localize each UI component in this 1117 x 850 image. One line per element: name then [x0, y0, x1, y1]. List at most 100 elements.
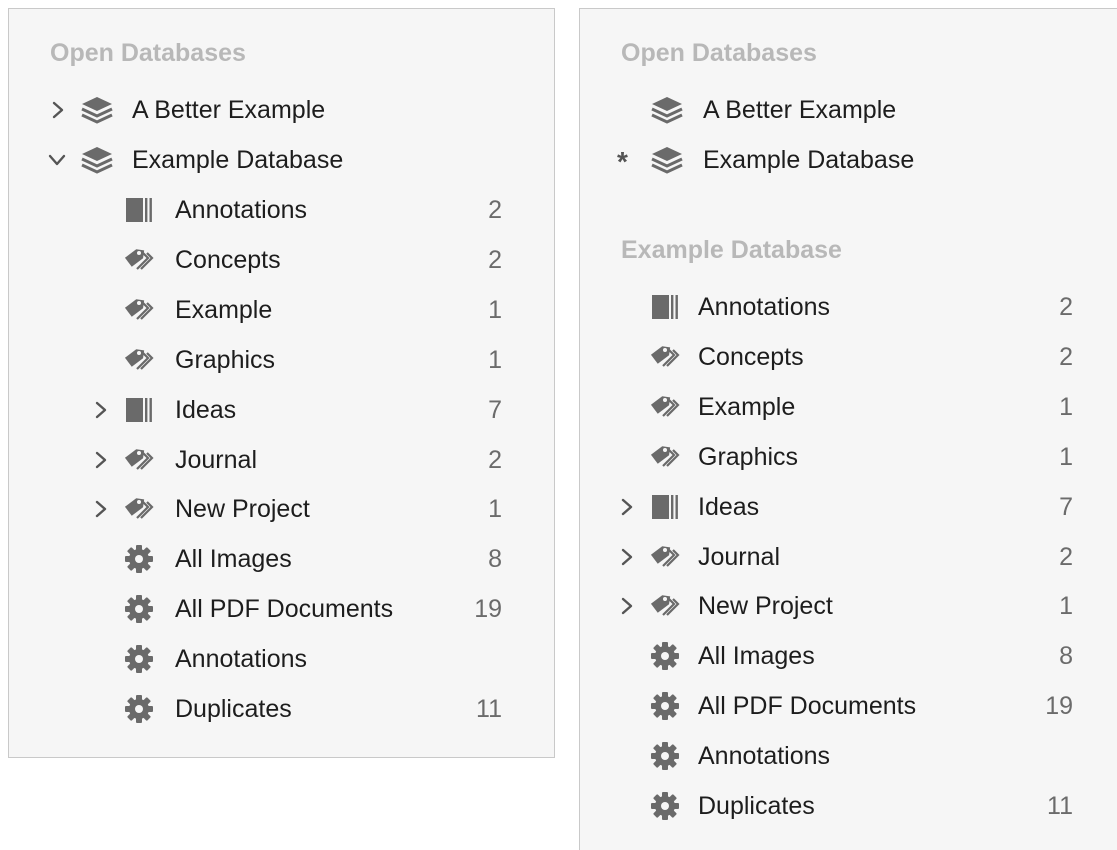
smart-group-gear-icon: [122, 694, 156, 724]
disclosure-chevron-down-icon[interactable]: [46, 149, 68, 171]
sidebar-item-example[interactable]: Example 1: [9, 288, 554, 332]
disclosure-chevron-right-icon[interactable]: [90, 498, 112, 520]
database-stack-icon: [650, 95, 684, 125]
sidebar-item-graphics[interactable]: Graphics 1: [9, 338, 554, 382]
sidebar-item-all-pdf-documents[interactable]: All PDF Documents 19: [9, 587, 554, 631]
item-count: 1: [1059, 442, 1073, 471]
smart-group-gear-icon: [122, 644, 156, 674]
group-icon: [122, 395, 156, 425]
sidebar-item-label: New Project: [698, 592, 833, 621]
sidebar-item-journal[interactable]: Journal 2: [9, 438, 554, 482]
disclosure-chevron-right-icon[interactable]: [90, 449, 112, 471]
sidebar-item-label: Graphics: [175, 345, 276, 374]
sidebar-item-journal[interactable]: Journal 2: [580, 535, 1116, 579]
item-count: 1: [488, 495, 502, 524]
database-stack-icon: [80, 95, 114, 125]
section-title-open-databases: Open Databases: [621, 39, 817, 67]
sidebar-outline-view: Open Databases A Better Example * Exampl…: [579, 8, 1117, 850]
item-count: 8: [1059, 642, 1073, 671]
database-label: A Better Example: [703, 96, 897, 124]
sidebar-item-label: New Project: [175, 495, 310, 524]
sidebar-item-ideas[interactable]: Ideas 7: [580, 485, 1116, 529]
item-count: 7: [488, 395, 502, 424]
sidebar-item-label: Example: [698, 392, 796, 421]
tags-icon: [648, 342, 682, 372]
sidebar-outline-view: Open Databases A Better Example Example …: [8, 8, 555, 758]
database-row-a-better-example[interactable]: A Better Example: [580, 88, 1116, 132]
item-count: 2: [488, 196, 502, 224]
sidebar-item-annotations[interactable]: Annotations: [580, 734, 1116, 778]
sidebar-item-label: Concepts: [698, 342, 804, 371]
sidebar-item-concepts[interactable]: Concepts 2: [9, 238, 554, 282]
sidebar-item-label: Duplicates: [698, 792, 815, 820]
sidebar-item-label: Annotations: [698, 742, 831, 771]
item-count: 1: [488, 345, 502, 374]
item-count: 2: [488, 445, 502, 474]
database-row-example-database[interactable]: * Example Database: [580, 138, 1116, 182]
disclosure-chevron-right-icon[interactable]: [616, 496, 638, 518]
sidebar-item-duplicates[interactable]: Duplicates 11: [9, 687, 554, 731]
sidebar-item-label: All PDF Documents: [175, 595, 394, 624]
database-row-example-database[interactable]: Example Database: [9, 138, 554, 182]
item-count: 7: [1059, 492, 1073, 521]
sidebar-item-all-images[interactable]: All Images 8: [9, 537, 554, 581]
sidebar-item-all-images[interactable]: All Images 8: [580, 634, 1116, 678]
disclosure-chevron-right-icon[interactable]: [90, 399, 112, 421]
database-label: Example Database: [703, 146, 915, 174]
sidebar-item-label: Annotations: [175, 645, 308, 674]
database-stack-icon: [80, 145, 114, 175]
sidebar-item-new-project[interactable]: New Project 1: [9, 487, 554, 531]
smart-group-gear-icon: [648, 641, 682, 671]
tags-icon: [648, 392, 682, 422]
sidebar-item-example[interactable]: Example 1: [580, 385, 1116, 429]
sidebar-item-ideas[interactable]: Ideas 7: [9, 388, 554, 432]
sidebar-item-new-project[interactable]: New Project 1: [580, 584, 1116, 628]
sidebar-item-graphics[interactable]: Graphics 1: [580, 435, 1116, 479]
sidebar-item-annotations[interactable]: Annotations 2: [580, 285, 1116, 329]
database-row-a-better-example[interactable]: A Better Example: [9, 88, 554, 132]
disclosure-chevron-right-icon[interactable]: [616, 595, 638, 617]
tags-icon: [122, 494, 156, 524]
tags-icon: [648, 442, 682, 472]
sidebar-item-label: All Images: [698, 642, 815, 671]
sidebar-item-all-pdf-documents[interactable]: All PDF Documents 19: [580, 684, 1116, 728]
sidebar-item-label: Annotations: [698, 293, 831, 321]
database-label: Example Database: [132, 146, 344, 174]
sidebar-item-label: All PDF Documents: [698, 692, 917, 721]
item-count: 2: [1059, 293, 1073, 321]
tags-icon: [122, 345, 156, 375]
disclosure-chevron-right-icon[interactable]: [616, 546, 638, 568]
item-count: 1: [1059, 592, 1073, 621]
database-label: A Better Example: [132, 96, 326, 124]
item-count: 8: [488, 545, 502, 574]
sidebar-item-duplicates[interactable]: Duplicates 11: [580, 784, 1116, 828]
group-icon: [122, 195, 156, 225]
sidebar-item-label: Ideas: [698, 492, 760, 521]
sidebar-item-concepts[interactable]: Concepts 2: [580, 335, 1116, 379]
database-stack-icon: [650, 145, 684, 175]
disclosure-chevron-right-icon[interactable]: [47, 99, 69, 121]
sidebar-item-label: Journal: [175, 445, 257, 474]
tags-icon: [648, 542, 682, 572]
smart-group-gear-icon: [648, 791, 682, 821]
smart-group-gear-icon: [648, 691, 682, 721]
sidebar-item-label: Ideas: [175, 395, 237, 424]
section-title-open-databases: Open Databases: [50, 39, 246, 67]
item-count: 1: [488, 295, 502, 324]
sidebar-item-label: Duplicates: [175, 695, 292, 723]
sidebar-item-label: Journal: [698, 542, 780, 571]
smart-group-gear-icon: [122, 544, 156, 574]
sidebar-item-label: Annotations: [175, 196, 308, 224]
sidebar-item-annotations[interactable]: Annotations 2: [9, 188, 554, 232]
active-database-marker: *: [617, 146, 628, 177]
smart-group-gear-icon: [648, 741, 682, 771]
sidebar-item-annotations[interactable]: Annotations: [9, 637, 554, 681]
tags-icon: [122, 245, 156, 275]
item-count: 19: [474, 595, 502, 624]
smart-group-gear-icon: [122, 594, 156, 624]
sidebar-item-label: Concepts: [175, 245, 281, 274]
sidebar-item-label: All Images: [175, 545, 292, 574]
group-icon: [648, 292, 682, 322]
item-count: 2: [488, 245, 502, 274]
item-count: 11: [476, 695, 502, 723]
